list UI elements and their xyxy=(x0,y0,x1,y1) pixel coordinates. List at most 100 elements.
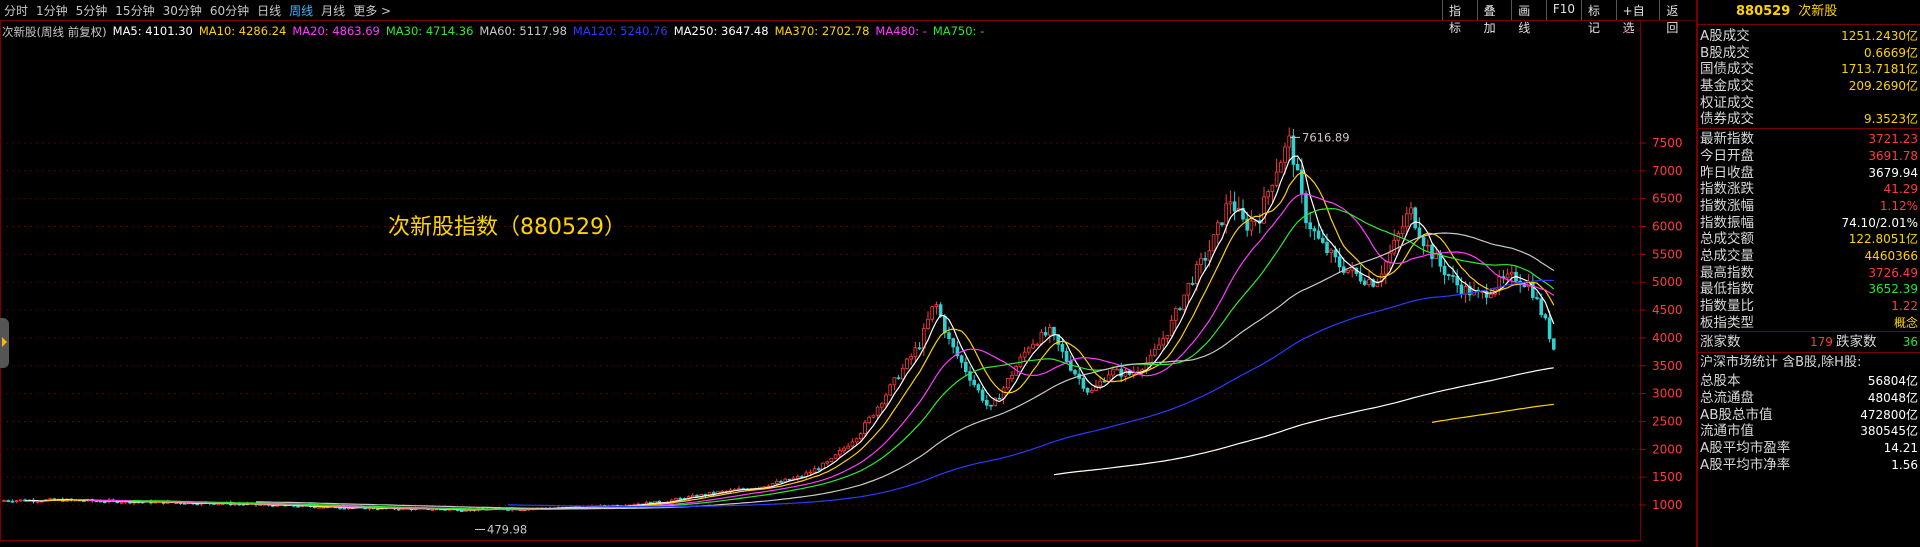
quote-row-6: 总成交额 122.8051亿 xyxy=(1698,231,1920,248)
candle-body-359 xyxy=(1510,271,1514,275)
tool-button-5[interactable]: +自选 xyxy=(1615,0,1660,35)
quote-row-1: 今日开盘 3691.78 xyxy=(1698,148,1920,165)
candle-body-2 xyxy=(10,500,15,503)
candle-body-275 xyxy=(1157,344,1161,350)
index-name: 次新股 xyxy=(1798,4,1838,19)
candle-body-192 xyxy=(808,471,813,474)
period-tab-5[interactable]: 60分钟 xyxy=(206,2,253,19)
low-label: 479.98 xyxy=(487,523,527,537)
candle-body-19 xyxy=(82,500,86,502)
panel-expand-handle[interactable] xyxy=(0,318,9,368)
quote-value-10: 1.22 xyxy=(1891,299,1918,313)
candle-body-221 xyxy=(930,306,934,320)
candle-body-253 xyxy=(1064,350,1069,362)
candle-body-309 xyxy=(1300,169,1304,194)
candle-body-301 xyxy=(1266,191,1271,198)
tool-button-0[interactable]: 指标 xyxy=(1442,0,1477,35)
turnover-row-2: 国债成交 1713.7181亿 xyxy=(1698,61,1920,78)
candle-body-185 xyxy=(779,481,783,483)
ma-label-0: MA5: 4101.30 xyxy=(112,24,193,38)
period-tab-3[interactable]: 15分钟 xyxy=(111,2,158,19)
candle-body-254 xyxy=(1069,361,1073,371)
quote-section: 最新指数 3721.23 今日开盘 3691.78 昨日收盘 3679.94 指数涨跌 41.… xyxy=(1698,128,1920,331)
turnover-label-5: 债券成交 xyxy=(1700,111,1754,128)
tool-button-6[interactable]: 返回 xyxy=(1659,0,1694,35)
candle-body-293 xyxy=(1232,201,1237,212)
quote-row-10: 指数量比 1.22 xyxy=(1698,298,1920,315)
quote-label-5: 指数振幅 xyxy=(1700,214,1754,231)
candle-body-1 xyxy=(6,500,10,502)
candle-body-345 xyxy=(1451,275,1455,277)
tool-button-1[interactable]: 叠加 xyxy=(1476,0,1512,35)
quote-label-4: 指数涨幅 xyxy=(1700,197,1754,214)
period-tab-0[interactable]: 分时 xyxy=(0,2,32,19)
quote-value-7: 4460366 xyxy=(1864,248,1918,263)
candle-body-232 xyxy=(976,384,981,391)
index-code: 880529 xyxy=(1736,4,1791,19)
candle-body-337 xyxy=(1417,227,1422,238)
candle-body-354 xyxy=(1489,293,1493,298)
ma-label-9: MA750: - xyxy=(932,24,985,38)
quote-label-2: 昨日收盘 xyxy=(1700,164,1754,181)
candle-body-218 xyxy=(917,347,922,350)
quote-value-1: 3691.78 xyxy=(1868,148,1918,163)
candle-body-222 xyxy=(934,304,939,308)
ma-label-6: MA250: 3647.48 xyxy=(673,24,769,38)
candle-body-43 xyxy=(182,502,187,505)
y-tick-label-13: 1000 xyxy=(1652,498,1683,512)
candle-body-203 xyxy=(854,438,859,443)
candle-body-28 xyxy=(119,501,124,504)
quote-row-9: 最低指数 3652.39 xyxy=(1698,281,1920,298)
candle-body-336 xyxy=(1413,207,1418,229)
tool-button-2[interactable]: 画线 xyxy=(1511,0,1546,35)
candle-body-244 xyxy=(1027,347,1031,353)
turnover-row-3: 基金成交 209.2690亿 xyxy=(1698,78,1920,95)
ma-label-5: MA120: 5240.76 xyxy=(572,24,668,38)
index-title: 880529 次新股 xyxy=(1698,0,1920,25)
quote-row-3: 指数涨跌 41.29 xyxy=(1698,181,1920,198)
candle-body-187 xyxy=(787,478,792,481)
candle-body-330 xyxy=(1388,252,1392,263)
period-tab-9[interactable]: 更多 > xyxy=(349,2,395,19)
period-tab-2[interactable]: 5分钟 xyxy=(72,2,112,19)
ma-label-1: MA10: 4286.24 xyxy=(198,24,287,38)
candle-body-273 xyxy=(1148,354,1153,364)
quote-label-6: 总成交额 xyxy=(1700,231,1754,248)
candle-body-184 xyxy=(775,481,779,485)
period-tab-4[interactable]: 30分钟 xyxy=(159,2,206,19)
quote-label-7: 总成交量 xyxy=(1700,247,1754,264)
quote-label-10: 指数量比 xyxy=(1700,298,1754,314)
candle-body-257 xyxy=(1081,378,1086,389)
period-tab-7[interactable]: 周线 xyxy=(285,2,317,19)
candle-body-316 xyxy=(1329,249,1334,254)
candle-body-285 xyxy=(1199,257,1203,265)
diamond-icon: ◇ xyxy=(1624,26,1632,37)
candle-body-194 xyxy=(817,468,821,471)
period-tab-1[interactable]: 1分钟 xyxy=(32,2,72,19)
candle-body-276 xyxy=(1161,338,1166,346)
candle-body-277 xyxy=(1165,335,1170,339)
candle-body-334 xyxy=(1405,213,1409,228)
minus-icon: − xyxy=(1634,26,1642,37)
kline-chart[interactable]: 7500 7000 6500 6000 5500 5000 4500 4000 3500 3000… xyxy=(0,20,1694,547)
candle-body-199 xyxy=(838,450,842,456)
candle-body-287 xyxy=(1207,250,1212,261)
y-tick-label-12: 1500 xyxy=(1652,470,1683,484)
ma-label-2: MA20: 4863.69 xyxy=(292,24,380,38)
market-label-5: A股平均市净率 xyxy=(1700,456,1791,473)
candle-body-252 xyxy=(1060,343,1065,352)
candle-body-329 xyxy=(1384,261,1388,275)
tool-button-4[interactable]: 标记 xyxy=(1581,0,1616,35)
quote-value-3: 41.29 xyxy=(1883,182,1918,197)
candle-body-102 xyxy=(430,509,435,511)
tool-button-3[interactable]: F10 xyxy=(1545,0,1581,20)
candle-body-206 xyxy=(867,416,871,424)
quote-label-3: 指数涨跌 xyxy=(1700,181,1754,198)
turnover-label-1: B股成交 xyxy=(1700,44,1750,61)
quote-label-1: 今日开盘 xyxy=(1700,147,1754,164)
quote-row-11: 板指类型 概念 xyxy=(1698,315,1920,332)
period-tab-6[interactable]: 日线 xyxy=(253,2,285,19)
candle-body-338 xyxy=(1421,236,1426,247)
candle-body-229 xyxy=(964,361,968,373)
period-tab-8[interactable]: 月线 xyxy=(317,2,349,19)
